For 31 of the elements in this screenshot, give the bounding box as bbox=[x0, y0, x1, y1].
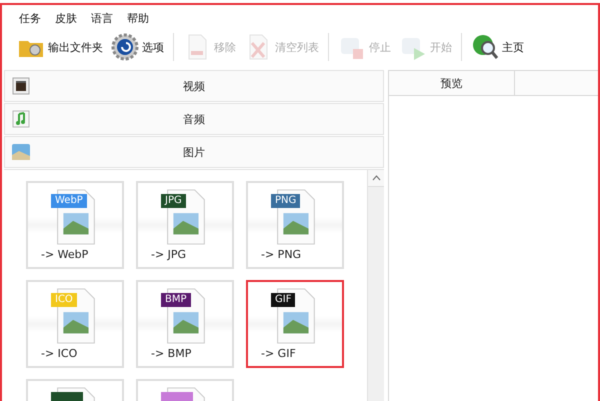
image-file-icon bbox=[277, 288, 315, 344]
toolbar-button[interactable]: 主页 bbox=[468, 33, 527, 61]
caret-up-icon[interactable] bbox=[372, 175, 380, 181]
category-header[interactable]: 图片 bbox=[4, 136, 384, 168]
format-tile[interactable]: WebP -> WebP bbox=[26, 181, 124, 269]
music-note-icon bbox=[11, 109, 31, 129]
toolbar-button[interactable]: 输出文件夹 bbox=[14, 33, 106, 61]
menu-item[interactable]: 帮助 bbox=[122, 11, 154, 29]
format-tile[interactable]: BMP -> BMP bbox=[136, 280, 234, 368]
clapperboard-icon bbox=[11, 76, 31, 96]
menu-item[interactable]: 任务 bbox=[14, 11, 46, 29]
file-type-tag: PNG bbox=[271, 194, 300, 208]
settings-icon bbox=[111, 33, 139, 61]
category-header[interactable]: 音频 bbox=[4, 103, 384, 135]
toolbar-button[interactable]: 选项 bbox=[108, 33, 167, 61]
globe-search-icon bbox=[471, 33, 499, 61]
format-tile[interactable]: ICO -> ICO bbox=[26, 280, 124, 368]
landscape-icon bbox=[11, 142, 31, 162]
scrollbar[interactable] bbox=[367, 170, 384, 401]
format-tile[interactable]: GIF -> GIF bbox=[246, 280, 344, 368]
file-type-tag: JPG bbox=[161, 194, 186, 208]
format-tile[interactable]: PNG -> PNG bbox=[246, 181, 344, 269]
format-tile[interactable]: JPG -> JPG bbox=[136, 181, 234, 269]
column-header: 预览 bbox=[389, 71, 515, 95]
file-type-tag: BMP bbox=[161, 293, 191, 307]
file-type-tag: WebP bbox=[51, 194, 87, 208]
menu-item[interactable]: 皮肤 bbox=[50, 11, 82, 29]
menu-item[interactable]: 语言 bbox=[86, 11, 118, 29]
file-type-tag: ICO bbox=[51, 293, 77, 307]
file-type-tag: GIF bbox=[271, 293, 296, 307]
category-header[interactable]: 视频 bbox=[4, 70, 384, 102]
